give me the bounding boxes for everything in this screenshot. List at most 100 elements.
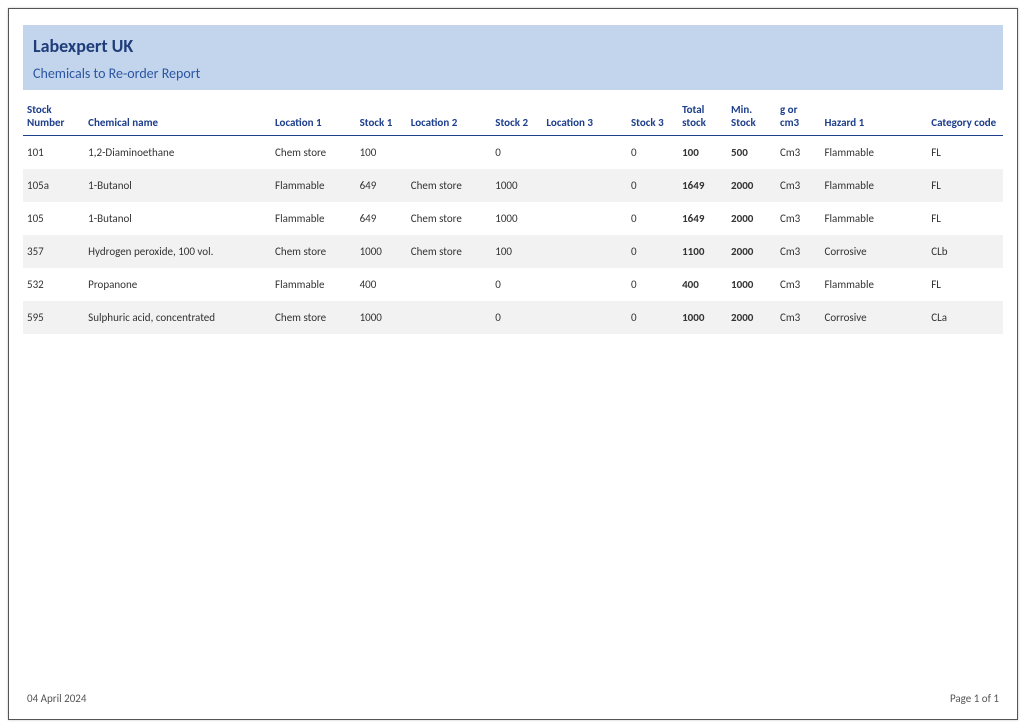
- cell-total_stock: 100: [678, 136, 727, 170]
- cell-chemical_name: 1-Butanol: [84, 169, 271, 202]
- cell-min_stock: 2000: [727, 202, 776, 235]
- table-row: 595Sulphuric acid, concentratedChem stor…: [23, 301, 1003, 334]
- cell-stock_number: 532: [23, 268, 84, 301]
- cell-stock1: 1000: [356, 235, 407, 268]
- cell-location1: Flammable: [271, 169, 356, 202]
- cell-chemical_name: Sulphuric acid, concentrated: [84, 301, 271, 334]
- col-chemical-name: Chemical name: [84, 98, 271, 136]
- col-category: Category code: [927, 98, 1003, 136]
- table-row: 1051-ButanolFlammable649Chem store100001…: [23, 202, 1003, 235]
- cell-category: FL: [927, 202, 1003, 235]
- cell-stock2: 100: [491, 235, 542, 268]
- cell-location3: [542, 268, 627, 301]
- table-body: 1011,2-DiaminoethaneChem store1000010050…: [23, 136, 1003, 335]
- cell-stock3: 0: [627, 202, 678, 235]
- cell-category: CLa: [927, 301, 1003, 334]
- report-page: Labexpert UK Chemicals to Re-order Repor…: [8, 8, 1018, 720]
- cell-chemical_name: Propanone: [84, 268, 271, 301]
- table-row: 532PropanoneFlammable400004001000Cm3Flam…: [23, 268, 1003, 301]
- cell-category: FL: [927, 136, 1003, 170]
- cell-location1: Chem store: [271, 235, 356, 268]
- cell-hazard1: Flammable: [820, 136, 927, 170]
- cell-unit: Cm3: [776, 169, 820, 202]
- cell-chemical_name: 1,2-Diaminoethane: [84, 136, 271, 170]
- table-header: Stock Number Chemical name Location 1 St…: [23, 98, 1003, 136]
- cell-location1: Chem store: [271, 301, 356, 334]
- cell-location3: [542, 169, 627, 202]
- footer-date: 04 April 2024: [27, 692, 86, 705]
- col-stock3: Stock 3: [627, 98, 678, 136]
- cell-hazard1: Flammable: [820, 202, 927, 235]
- cell-chemical_name: 1-Butanol: [84, 202, 271, 235]
- cell-hazard1: Flammable: [820, 268, 927, 301]
- col-unit: g or cm3: [776, 98, 820, 136]
- cell-location2: [407, 268, 492, 301]
- cell-stock3: 0: [627, 268, 678, 301]
- cell-stock2: 0: [491, 136, 542, 170]
- col-min-stock: Min. Stock: [727, 98, 776, 136]
- report-header: Labexpert UK Chemicals to Re-order Repor…: [23, 25, 1003, 90]
- cell-stock_number: 105: [23, 202, 84, 235]
- col-stock1: Stock 1: [356, 98, 407, 136]
- cell-total_stock: 1649: [678, 202, 727, 235]
- cell-stock2: 0: [491, 301, 542, 334]
- col-location2: Location 2: [407, 98, 492, 136]
- col-hazard1: Hazard 1: [820, 98, 927, 136]
- cell-min_stock: 2000: [727, 301, 776, 334]
- cell-hazard1: Flammable: [820, 169, 927, 202]
- cell-total_stock: 1100: [678, 235, 727, 268]
- cell-stock1: 649: [356, 169, 407, 202]
- report-title: Labexpert UK: [33, 35, 993, 57]
- cell-hazard1: Corrosive: [820, 235, 927, 268]
- cell-unit: Cm3: [776, 235, 820, 268]
- table-row: 357Hydrogen peroxide, 100 vol.Chem store…: [23, 235, 1003, 268]
- cell-location2: Chem store: [407, 169, 492, 202]
- cell-total_stock: 400: [678, 268, 727, 301]
- col-total-stock: Total stock: [678, 98, 727, 136]
- cell-location2: [407, 136, 492, 170]
- cell-location3: [542, 301, 627, 334]
- cell-stock1: 400: [356, 268, 407, 301]
- cell-total_stock: 1000: [678, 301, 727, 334]
- cell-location3: [542, 235, 627, 268]
- cell-stock3: 0: [627, 136, 678, 170]
- cell-stock3: 0: [627, 235, 678, 268]
- cell-location2: Chem store: [407, 235, 492, 268]
- cell-unit: Cm3: [776, 202, 820, 235]
- cell-unit: Cm3: [776, 301, 820, 334]
- cell-location2: [407, 301, 492, 334]
- cell-category: FL: [927, 268, 1003, 301]
- cell-total_stock: 1649: [678, 169, 727, 202]
- cell-stock1: 649: [356, 202, 407, 235]
- cell-stock3: 0: [627, 169, 678, 202]
- col-stock2: Stock 2: [491, 98, 542, 136]
- cell-hazard1: Corrosive: [820, 301, 927, 334]
- footer-page: Page 1 of 1: [950, 692, 999, 705]
- col-location3: Location 3: [542, 98, 627, 136]
- cell-location1: Flammable: [271, 268, 356, 301]
- report-footer: 04 April 2024 Page 1 of 1: [27, 692, 999, 705]
- cell-location2: Chem store: [407, 202, 492, 235]
- cell-unit: Cm3: [776, 268, 820, 301]
- cell-stock_number: 105a: [23, 169, 84, 202]
- cell-location1: Chem store: [271, 136, 356, 170]
- cell-stock2: 1000: [491, 202, 542, 235]
- cell-location3: [542, 202, 627, 235]
- cell-unit: Cm3: [776, 136, 820, 170]
- cell-location1: Flammable: [271, 202, 356, 235]
- cell-stock_number: 101: [23, 136, 84, 170]
- report-table: Stock Number Chemical name Location 1 St…: [23, 98, 1003, 334]
- cell-min_stock: 2000: [727, 235, 776, 268]
- cell-chemical_name: Hydrogen peroxide, 100 vol.: [84, 235, 271, 268]
- cell-stock2: 0: [491, 268, 542, 301]
- cell-category: CLb: [927, 235, 1003, 268]
- cell-category: FL: [927, 169, 1003, 202]
- table-row: 1011,2-DiaminoethaneChem store1000010050…: [23, 136, 1003, 170]
- cell-stock2: 1000: [491, 169, 542, 202]
- cell-stock3: 0: [627, 301, 678, 334]
- table-row: 105a1-ButanolFlammable649Chem store10000…: [23, 169, 1003, 202]
- col-stock-number: Stock Number: [23, 98, 84, 136]
- cell-stock_number: 357: [23, 235, 84, 268]
- cell-min_stock: 1000: [727, 268, 776, 301]
- report-subtitle: Chemicals to Re-order Report: [33, 65, 993, 82]
